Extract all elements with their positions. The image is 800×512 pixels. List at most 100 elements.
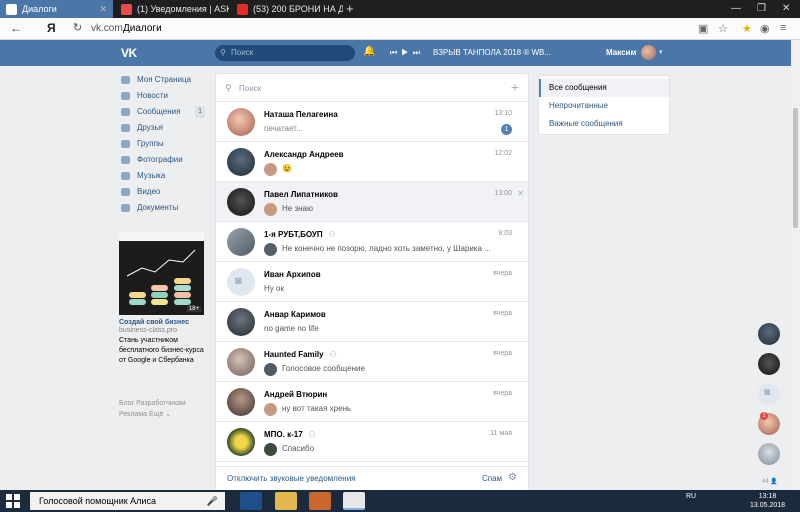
tab-dialogs[interactable]: Диалоги ✕: [0, 0, 113, 18]
bookmark-star-icon[interactable]: ☆: [718, 22, 728, 35]
tab-label: (53) 200 БРОНИ НА ДК ВРА: [253, 4, 343, 14]
tab-label: (1) Уведомления | ASKfm: [137, 4, 229, 14]
url-title[interactable]: Диалоги: [123, 23, 162, 34]
restore-icon[interactable]: ❐: [757, 3, 766, 14]
side-chat-avatar[interactable]: [758, 443, 780, 465]
side-chat-avatar[interactable]: [758, 323, 780, 345]
minimize-icon[interactable]: —: [731, 3, 741, 14]
avatar[interactable]: [227, 388, 255, 416]
disable-sound-link[interactable]: Отключить звуковые уведомления: [227, 474, 356, 483]
microphone-icon[interactable]: 🎤: [207, 492, 218, 510]
menu-item-friends[interactable]: Друзья: [119, 120, 207, 136]
new-conversation-button[interactable]: +: [511, 79, 519, 95]
menu-item-video[interactable]: Видео: [119, 184, 207, 200]
ad-image-macaron: [129, 299, 146, 305]
menu-item-music[interactable]: Музыка: [119, 168, 207, 184]
ad-title[interactable]: Создай свой бизнес: [119, 319, 207, 326]
side-chat-avatar[interactable]: ◙: [758, 383, 780, 405]
reader-icon[interactable]: ▣: [698, 22, 708, 35]
filter-important[interactable]: Важные сообщения: [539, 115, 669, 133]
dialog-row[interactable]: 1-я РУБТ,БОУП ⚇ 9:03 Не конечно не позорю…: [216, 222, 528, 262]
menu-item-groups[interactable]: Группы: [119, 136, 207, 152]
avatar[interactable]: [227, 188, 255, 216]
favorites-icon[interactable]: ★: [742, 22, 752, 35]
new-tab-button[interactable]: +: [346, 2, 354, 15]
system-clock[interactable]: 13:18 13.05.2018: [750, 492, 785, 510]
filter-all-messages[interactable]: Все сообщения: [539, 79, 669, 97]
ad-image-macaron: [129, 292, 146, 298]
footer-links-line[interactable]: Блог Разработчикам: [119, 398, 209, 409]
close-tab-icon[interactable]: ✕: [93, 4, 107, 15]
reload-icon[interactable]: ↻: [73, 21, 82, 34]
menu-item-my-page[interactable]: Моя Страница: [119, 72, 207, 88]
document-icon: [121, 204, 130, 212]
dialog-row[interactable]: Анвар Каримов вчера no game no life: [216, 302, 528, 342]
messages-icon: [121, 108, 130, 116]
ad-block[interactable]: 18+ Создай свой бизнес business-class.pr…: [119, 232, 207, 366]
dialogs-search-input[interactable]: ⚲ Поиск +: [216, 74, 528, 102]
dialog-preview: no game no life: [264, 324, 319, 333]
user-avatar[interactable]: [641, 45, 656, 60]
avatar[interactable]: [227, 108, 255, 136]
explorer-app-icon[interactable]: [275, 492, 297, 510]
media-app-icon[interactable]: [309, 492, 331, 510]
dialog-time: вчера: [493, 350, 512, 357]
dialog-row[interactable]: Haunted Family ⚇ вчера Голосовое сообщени…: [216, 342, 528, 382]
scrollbar[interactable]: [791, 40, 800, 490]
user-name[interactable]: Максим: [606, 48, 636, 57]
dialog-row[interactable]: Александр Андреев 12:02 😉: [216, 142, 528, 182]
avatar[interactable]: [227, 308, 255, 336]
tab-askfm[interactable]: (1) Уведомления | ASKfm ✕: [115, 0, 229, 18]
menu-icon[interactable]: ≡: [780, 22, 786, 34]
dialog-preview: Спасибо: [282, 444, 315, 453]
ad-site[interactable]: business-class.pro: [119, 327, 207, 334]
side-chat-avatar[interactable]: [758, 353, 780, 375]
downloads-icon[interactable]: ◉: [760, 22, 770, 35]
ad-text: Стань участником бесплатного бизнес-курс…: [119, 337, 204, 364]
menu-item-documents[interactable]: Документы: [119, 200, 207, 216]
tab-youtube[interactable]: (53) 200 БРОНИ НА ДК ВРА ✕: [231, 0, 343, 18]
url-domain[interactable]: vk.com: [91, 23, 123, 34]
audio-player-controls[interactable]: ⏮ ▶ ⏭: [390, 48, 421, 58]
edge-app-icon[interactable]: [240, 492, 262, 510]
ad-image-macaron: [151, 299, 168, 305]
dialogs-panel: ⚲ Поиск + Наташа Пелагеина 13:10 печатае…: [215, 73, 529, 491]
yandex-browser-app-icon[interactable]: [343, 492, 365, 510]
dialog-row[interactable]: ◙ Иван Архипов вчера Ну ок: [216, 262, 528, 302]
close-window-icon[interactable]: ✕: [782, 3, 790, 14]
settings-gear-icon[interactable]: ⚙: [508, 472, 517, 483]
menu-item-messages[interactable]: Сообщения 1: [119, 104, 207, 120]
avatar[interactable]: [227, 148, 255, 176]
dialog-row[interactable]: Наташа Пелагеина 13:10 печатает... 1: [216, 102, 528, 142]
yandex-logo[interactable]: Я: [47, 21, 56, 35]
ad-image-macaron: [174, 299, 191, 305]
vk-logo[interactable]: VK: [121, 46, 137, 60]
taskbar-search-input[interactable]: Голосовой помощник Алиса 🎤: [30, 492, 225, 510]
windows-start-icon[interactable]: [6, 494, 20, 508]
online-friends-count[interactable]: 44 👤: [762, 478, 778, 485]
chevron-down-icon[interactable]: ▾: [659, 48, 663, 56]
dialog-time: 13:10: [494, 110, 512, 117]
scrollbar-thumb[interactable]: [793, 108, 798, 228]
avatar[interactable]: [227, 428, 255, 456]
notifications-bell-icon[interactable]: 🔔: [363, 46, 375, 57]
vk-header: VK ⚲ Поиск 🔔 ⏮ ▶ ⏭ ВЗРЫВ ТАНПОЛА 2018 ® …: [0, 40, 800, 66]
dialog-row[interactable]: МПО. к-17 ⚇ 11 мая Спасибо: [216, 422, 528, 462]
dialog-row[interactable]: Андрей Втюрин вчера ну вот такая хрень: [216, 382, 528, 422]
now-playing-track[interactable]: ВЗРЫВ ТАНПОЛА 2018 ® WB...: [433, 48, 551, 57]
header-search-input[interactable]: ⚲ Поиск: [215, 45, 355, 61]
filter-unread[interactable]: Непрочитанные: [539, 97, 669, 115]
avatar[interactable]: [227, 228, 255, 256]
avatar[interactable]: ◙: [227, 268, 255, 296]
menu-item-photos[interactable]: Фотографии: [119, 152, 207, 168]
ad-image[interactable]: 18+: [119, 232, 204, 315]
language-indicator[interactable]: RU: [686, 493, 696, 500]
dialog-row[interactable]: Павел Липатников 13:00 ✕ Не знаю: [216, 182, 528, 222]
avatar[interactable]: [227, 348, 255, 376]
delete-dialog-icon[interactable]: ✕: [517, 189, 524, 198]
dialog-preview: 😉: [282, 164, 292, 173]
footer-links-line[interactable]: Реклама Ещё ⌄: [119, 409, 209, 420]
menu-item-news[interactable]: Новости: [119, 88, 207, 104]
back-button[interactable]: ←: [10, 21, 22, 35]
spam-link[interactable]: Спам: [482, 474, 502, 483]
